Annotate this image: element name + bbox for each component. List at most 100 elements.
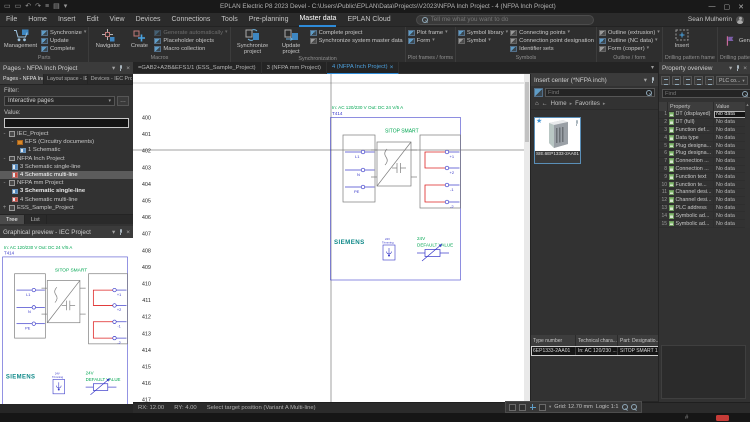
tab-home[interactable]: Home — [28, 13, 47, 27]
generate-automatically-button[interactable]: Generate automatically▾ — [154, 30, 227, 36]
grid-style-icon[interactable] — [539, 404, 546, 411]
outline-nc-data-button[interactable]: Outline (NC data)▾ — [599, 38, 660, 44]
scrollbar-thumb[interactable] — [525, 82, 529, 142]
tree-item-1-schematic[interactable]: 1 Schematic — [0, 146, 133, 154]
synchronize-project-button[interactable]: Synchronize project — [233, 28, 273, 55]
list-view-icon[interactable] — [672, 76, 681, 85]
property-row[interactable]: 6Plug designa...No data — [659, 150, 746, 158]
property-row[interactable]: 15Symbolic ad...No data — [659, 220, 746, 228]
form-copper-button[interactable]: Form (copper)▾ — [599, 46, 660, 52]
panel-menu-icon[interactable]: ▾ — [112, 228, 115, 236]
expander-icon[interactable]: - — [2, 131, 7, 137]
form-button[interactable]: Form▾ — [408, 38, 448, 44]
tree-item-ess-sample-project[interactable]: +ESS_Sample_Project — [0, 204, 133, 212]
print-icon[interactable]: ≡ — [45, 3, 49, 10]
insert-center-header[interactable]: Insert center (*NFPA inch) ▾ — [531, 74, 658, 86]
user-area[interactable]: Sean Mulherrin — [688, 16, 744, 24]
expander-icon[interactable]: - — [2, 180, 7, 186]
tab-tree[interactable]: Tree — [0, 215, 25, 224]
logic-scale-label[interactable]: Logic 1:1 — [596, 404, 619, 410]
panel-close-icon[interactable]: × — [743, 65, 747, 72]
tab-pages[interactable]: Pages - NFPA Inc... — [0, 74, 44, 84]
pin-icon[interactable] — [118, 65, 123, 72]
connection-point-designation-button[interactable]: Connection point designation — [510, 38, 594, 44]
property-overview-header[interactable]: Property overview ▾ × — [659, 62, 750, 74]
expander-icon[interactable]: + — [2, 205, 7, 211]
pages-panel-header[interactable]: Pages - NFPA Inch Project ▾ × — [0, 62, 133, 74]
panel-menu-icon[interactable]: ▾ — [112, 64, 115, 72]
search-input[interactable] — [431, 16, 588, 23]
pin-icon[interactable] — [118, 229, 123, 236]
property-row[interactable]: 8Connection ...No data — [659, 166, 746, 174]
schematic-canvas[interactable]: 400 401 402 403 404 405 406 407 408 409 … — [133, 74, 524, 402]
property-row[interactable]: 1DT (displayed)No data — [659, 111, 746, 119]
document-tab-nfpa-inch[interactable]: 4 (NFPA Inch Project)× — [327, 62, 399, 74]
document-tab-ess[interactable]: =GAB2+A2B&EFS1/1 (ESS_Sample_Project) — [133, 62, 262, 74]
connecting-points-button[interactable]: Connecting points▾ — [510, 30, 594, 36]
grid-dropdown-icon[interactable]: ▾ — [549, 404, 551, 410]
parts-management-button[interactable]: Management — [2, 28, 39, 49]
tab-eplan-cloud[interactable]: EPLAN Cloud — [347, 13, 390, 27]
tell-me-search[interactable] — [416, 15, 594, 25]
tab-master-data[interactable]: Master data — [299, 13, 336, 27]
panel-close-icon[interactable]: × — [126, 65, 130, 72]
expander-icon[interactable]: - — [2, 156, 7, 162]
favorite-star-icon[interactable]: ★ — [536, 118, 542, 125]
pin-icon[interactable] — [735, 65, 740, 72]
paste-icon[interactable] — [694, 76, 703, 85]
macro-collection-button[interactable]: Macro collection — [154, 46, 227, 52]
columns-icon[interactable] — [705, 76, 714, 85]
sort-icon[interactable] — [661, 76, 670, 85]
tab-view[interactable]: View — [110, 13, 125, 27]
property-row[interactable]: 3Function def...No data — [659, 127, 746, 135]
panel-close-icon[interactable]: × — [126, 229, 130, 236]
property-row[interactable]: 10Function te...No data — [659, 181, 746, 189]
tree-item-iec-project[interactable]: -IEC_Project — [0, 130, 133, 138]
back-icon[interactable]: ← — [542, 101, 548, 107]
redo-icon[interactable]: ↷ — [35, 3, 41, 10]
minimize-button[interactable]: — — [709, 3, 716, 11]
maximize-button[interactable]: ▢ — [724, 3, 731, 11]
insert-center-find[interactable] — [545, 88, 655, 97]
table-row[interactable]: 6EP1333-2AA01 In: AC 120/230 ... SITOP S… — [531, 346, 659, 356]
property-row[interactable]: 4Data typeNo data — [659, 134, 746, 142]
symbol-button[interactable]: Symbol▾ — [458, 38, 508, 44]
property-row[interactable]: 2DT (full)No data — [659, 119, 746, 127]
document-tab-nfpa-mm[interactable]: 3 (NFPA mm Project) — [262, 62, 327, 74]
tree-item-4-schematic-multi-line-mm[interactable]: 4 Schematic multi-line — [0, 196, 133, 204]
home-icon[interactable]: ⌂ — [535, 101, 539, 107]
tab-list[interactable]: List — [25, 215, 47, 224]
grid-snap-icon[interactable] — [529, 404, 536, 411]
panel-menu-icon[interactable]: ▾ — [729, 64, 732, 72]
device-card[interactable]: ★ SIE.6EP1333-2AA01 — [534, 117, 581, 164]
property-scrollbar[interactable]: ▲ — [745, 102, 750, 228]
property-row[interactable]: 11Channel desi...No data — [659, 189, 746, 197]
tree-item-nfpa-mm-project[interactable]: -NFPA mm Project — [0, 179, 133, 187]
tree-item-nfpa-inch-project[interactable]: -NFPA Inch Project — [0, 155, 133, 163]
save-icon[interactable]: ▤ — [53, 3, 60, 10]
synchronize-parts-button[interactable]: Synchronize▾ — [41, 30, 86, 36]
window-zoom-icon[interactable] — [509, 404, 516, 411]
panel-menu-icon[interactable]: ▾ — [644, 76, 647, 84]
tab-devices[interactable]: Devices — [136, 13, 161, 27]
tab-pre-planning[interactable]: Pre-planning — [249, 13, 289, 27]
pan-icon[interactable] — [519, 404, 526, 411]
complete-parts-button[interactable]: Complete — [41, 46, 86, 52]
record-stop-button[interactable] — [716, 415, 729, 422]
close-tab-icon[interactable]: × — [390, 64, 394, 71]
filter-more-button[interactable]: … — [117, 96, 129, 106]
tab-devices[interactable]: Devices - IEC Proj... — [88, 74, 133, 84]
zoom-in-icon[interactable] — [631, 404, 637, 410]
find-input[interactable] — [548, 90, 644, 96]
symbol-library-button[interactable]: Symbol library▾ — [458, 30, 508, 36]
close-button[interactable]: ✕ — [738, 3, 744, 11]
tab-overflow-icon[interactable]: ▾ — [651, 64, 658, 71]
graphical-preview-header[interactable]: Graphical preview - IEC Project ▾ × — [0, 226, 133, 238]
undo-icon[interactable]: ↶ — [25, 3, 31, 10]
complete-project-button[interactable]: Complete project — [310, 30, 403, 36]
property-row[interactable]: 9Function textNo data — [659, 173, 746, 181]
plot-frame-button[interactable]: Plot frame▾ — [408, 30, 448, 36]
new-icon[interactable]: ▭ — [4, 3, 11, 10]
update-project-button[interactable]: Update project — [275, 28, 308, 55]
pin-icon[interactable] — [650, 77, 655, 84]
